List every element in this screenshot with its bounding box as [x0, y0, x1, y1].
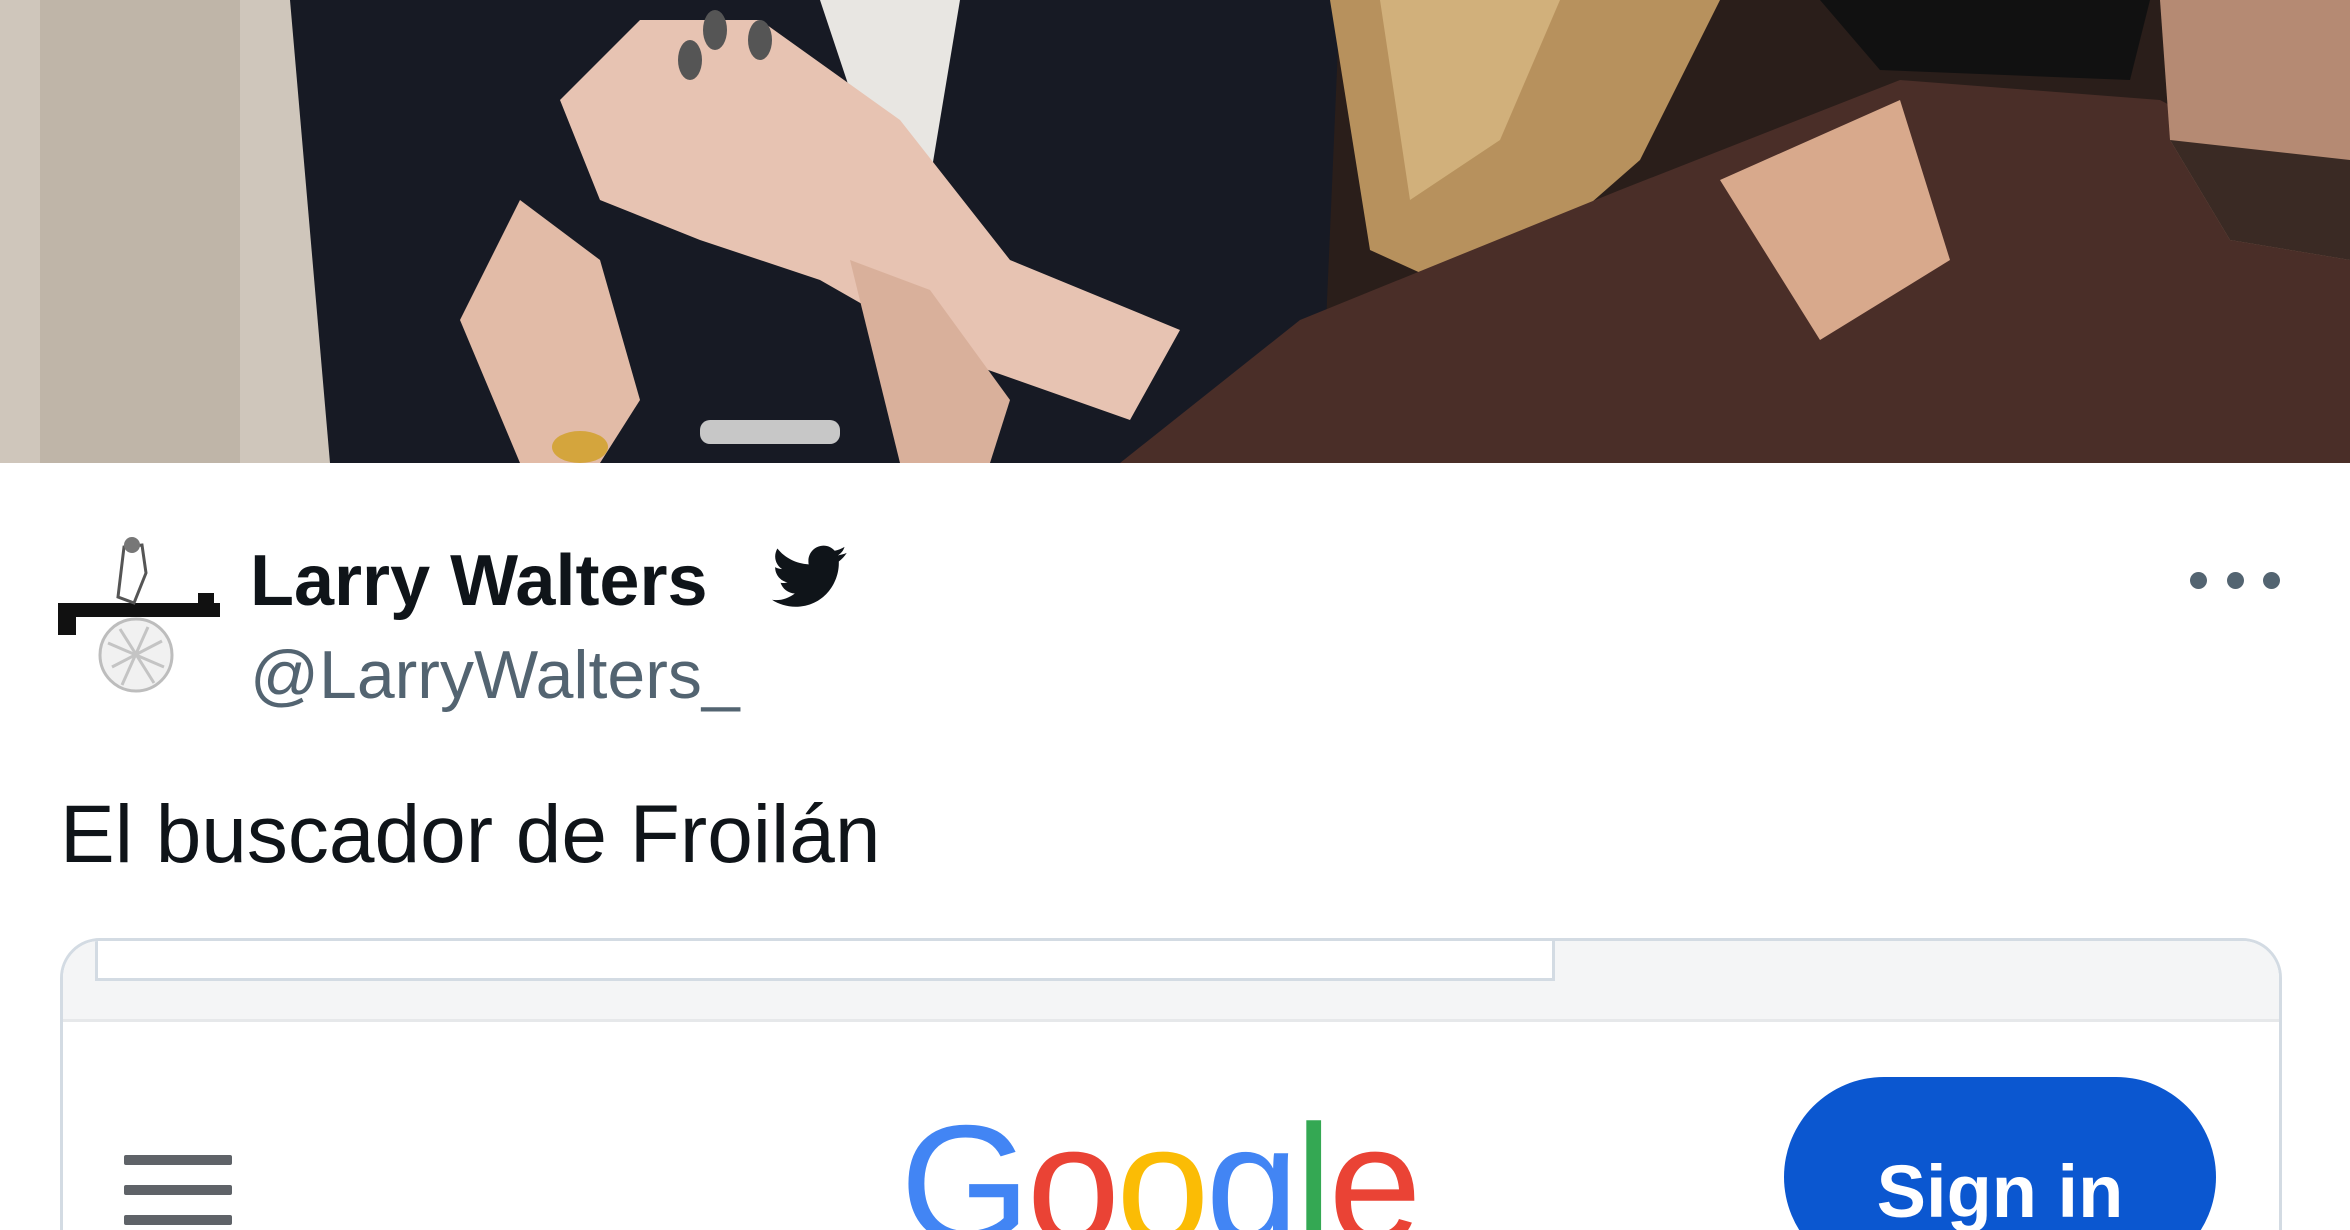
avatar-illustration — [58, 534, 220, 694]
sign-in-button[interactable]: Sign in — [1784, 1077, 2216, 1230]
hamburger-menu-icon[interactable] — [124, 1155, 232, 1230]
google-logo-letter: o — [1116, 1090, 1209, 1230]
google-logo-letter: e — [1328, 1090, 1421, 1230]
browser-tab — [95, 941, 1555, 981]
author-name[interactable]: Larry Walters — [250, 536, 708, 626]
google-logo[interactable]: Google — [900, 1100, 1422, 1230]
more-dot — [2190, 571, 2207, 589]
browser-tab-strip — [63, 941, 2279, 1022]
tweet-screenshot: Larry Walters @LarryWalters_ El buscador… — [0, 0, 2350, 1230]
tweet-photo[interactable] — [0, 0, 2350, 463]
google-logo-letter: o — [1026, 1090, 1120, 1230]
avatar[interactable] — [58, 533, 220, 695]
more-icon[interactable] — [2190, 560, 2280, 600]
more-dot — [2226, 571, 2244, 589]
google-logo-letter: g — [1205, 1090, 1299, 1230]
author-handle[interactable]: @LarryWalters_ — [250, 632, 740, 718]
google-logo-letter: G — [900, 1090, 1031, 1230]
more-dot — [2263, 571, 2280, 589]
photo-illustration — [0, 0, 2350, 463]
twitter-bird-icon — [772, 545, 848, 609]
tweet-text: El buscador de Froilán — [60, 789, 881, 880]
google-logo-letter: l — [1295, 1090, 1332, 1230]
